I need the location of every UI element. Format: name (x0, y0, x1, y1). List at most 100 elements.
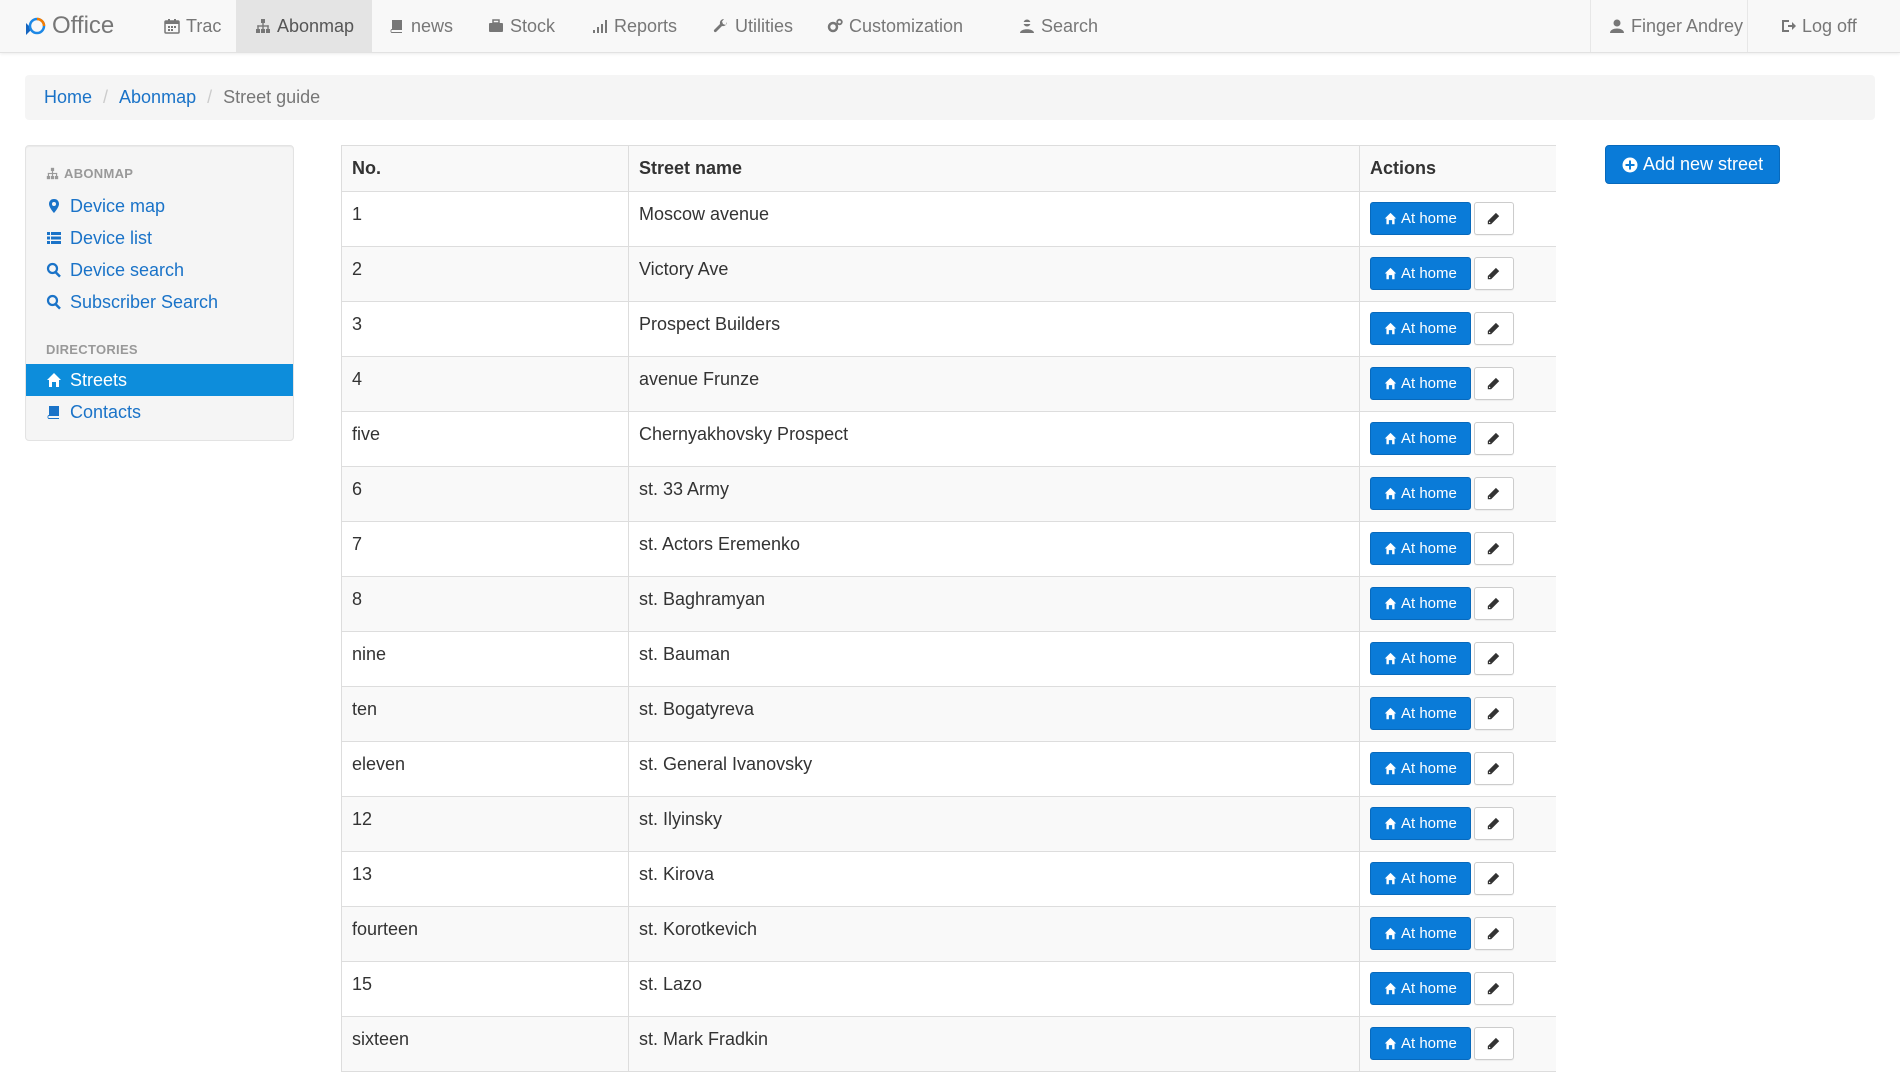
sidebar-item-device-search[interactable]: Device search (26, 254, 293, 286)
cell-no: five (341, 411, 629, 467)
sidebar-header-label: ABONMAP (64, 166, 134, 181)
edit-button[interactable] (1473, 917, 1514, 950)
home-icon (1384, 542, 1397, 555)
at-home-button[interactable]: At home (1370, 1027, 1471, 1060)
at-home-label: At home (1401, 430, 1457, 447)
edit-button[interactable] (1473, 367, 1514, 400)
edit-button[interactable] (1473, 202, 1514, 235)
at-home-button[interactable]: At home (1370, 312, 1471, 345)
cell-no: 15 (341, 961, 629, 1017)
cell-street-name: st. Actors Eremenko (628, 521, 1360, 577)
cell-actions: At home (1359, 1016, 1556, 1072)
at-home-label: At home (1401, 760, 1457, 777)
at-home-button[interactable]: At home (1370, 422, 1471, 455)
cell-actions: At home (1359, 356, 1556, 412)
edit-button[interactable] (1473, 1027, 1514, 1060)
cell-no: nine (341, 631, 629, 687)
at-home-label: At home (1401, 650, 1457, 667)
pencil-icon (1488, 762, 1500, 775)
at-home-button[interactable]: At home (1370, 477, 1471, 510)
sidebar-header-label: DIRECTORIES (46, 342, 138, 357)
home-icon (1384, 212, 1397, 225)
pencil-icon (1488, 322, 1500, 335)
at-home-button[interactable]: At home (1370, 587, 1471, 620)
at-home-button[interactable]: At home (1370, 257, 1471, 290)
at-home-label: At home (1401, 980, 1457, 997)
at-home-button[interactable]: At home (1370, 532, 1471, 565)
nav-reports[interactable]: Reports (573, 0, 695, 52)
edit-button[interactable] (1473, 972, 1514, 1005)
edit-button[interactable] (1473, 807, 1514, 840)
column-header-no: No. (341, 145, 629, 192)
search-icon (46, 262, 61, 278)
sidebar-item-device-map[interactable]: Device map (26, 190, 293, 222)
sidebar-item-device-list[interactable]: Device list (26, 222, 293, 254)
table-row: 7 st. Actors Eremenko At home (341, 521, 1556, 577)
at-home-button[interactable]: At home (1370, 697, 1471, 730)
at-home-button[interactable]: At home (1370, 202, 1471, 235)
at-home-button[interactable]: At home (1370, 862, 1471, 895)
edit-button[interactable] (1473, 587, 1514, 620)
table-row: 6 st. 33 Army At home (341, 466, 1556, 522)
home-icon (1384, 377, 1397, 390)
nav-news[interactable]: news (370, 0, 471, 52)
sidebar-item-contacts[interactable]: Contacts (26, 396, 293, 428)
cell-no: 1 (341, 191, 629, 247)
cell-street-name: st. Bogatyreva (628, 686, 1360, 742)
nav-customization[interactable]: Customization (808, 0, 981, 52)
edit-button[interactable] (1473, 422, 1514, 455)
edit-button[interactable] (1473, 697, 1514, 730)
at-home-button[interactable]: At home (1370, 972, 1471, 1005)
at-home-label: At home (1401, 595, 1457, 612)
cell-actions: At home (1359, 631, 1556, 687)
nav-logout[interactable]: Log off (1761, 0, 1875, 52)
nav-user[interactable]: Finger Andrey (1590, 0, 1761, 52)
at-home-button[interactable]: At home (1370, 752, 1471, 785)
edit-button[interactable] (1473, 862, 1514, 895)
cell-actions: At home (1359, 411, 1556, 467)
nav-abonmap[interactable]: Abonmap (236, 0, 373, 52)
pencil-icon (1488, 432, 1500, 445)
cell-actions: At home (1359, 246, 1556, 302)
edit-button[interactable] (1473, 642, 1514, 675)
sidebar-item-subscriber-search[interactable]: Subscriber Search (26, 286, 293, 318)
list-icon (47, 232, 61, 244)
nav-trac[interactable]: Trac (145, 0, 239, 52)
edit-button[interactable] (1473, 752, 1514, 785)
sidebar-item-streets[interactable]: Streets (26, 364, 293, 396)
breadcrumb-home[interactable]: Home (44, 87, 92, 108)
add-new-street-button[interactable]: Add new street (1605, 145, 1781, 184)
at-home-button[interactable]: At home (1370, 642, 1471, 675)
table-row: 12 st. Ilyinsky At home (341, 796, 1556, 852)
nav-logout-label: Log off (1802, 15, 1857, 36)
plus-circle-icon (1622, 157, 1638, 172)
home-icon (1384, 487, 1397, 500)
map-marker-icon (49, 199, 59, 213)
at-home-button[interactable]: At home (1370, 367, 1471, 400)
breadcrumb-separator: / (103, 87, 109, 107)
at-home-button[interactable]: At home (1370, 807, 1471, 840)
home-icon (1384, 707, 1397, 720)
pencil-icon (1488, 487, 1500, 500)
breadcrumb-abonmap[interactable]: Abonmap (119, 87, 196, 108)
edit-button[interactable] (1473, 312, 1514, 345)
table-row: 3 Prospect Builders At home (341, 301, 1556, 357)
column-header-street: Street name (628, 145, 1360, 192)
at-home-label: At home (1401, 210, 1457, 227)
pencil-icon (1488, 817, 1500, 830)
brand-link[interactable]: Office (24, 0, 114, 52)
edit-button[interactable] (1473, 532, 1514, 565)
nav-abonmap-label: Abonmap (277, 15, 355, 36)
nav-search[interactable]: Search (1000, 0, 1116, 52)
home-icon (1384, 267, 1397, 280)
nav-utilities[interactable]: Utilities (694, 0, 811, 52)
nav-stock[interactable]: Stock (469, 0, 573, 52)
cell-actions: At home (1359, 796, 1556, 852)
edit-button[interactable] (1473, 477, 1514, 510)
table-row: fourteen st. Korotkevich At home (341, 906, 1556, 962)
at-home-button[interactable]: At home (1370, 917, 1471, 950)
cell-no: 13 (341, 851, 629, 907)
user-icon (1608, 17, 1626, 35)
edit-button[interactable] (1473, 257, 1514, 290)
cell-no: 2 (341, 246, 629, 302)
